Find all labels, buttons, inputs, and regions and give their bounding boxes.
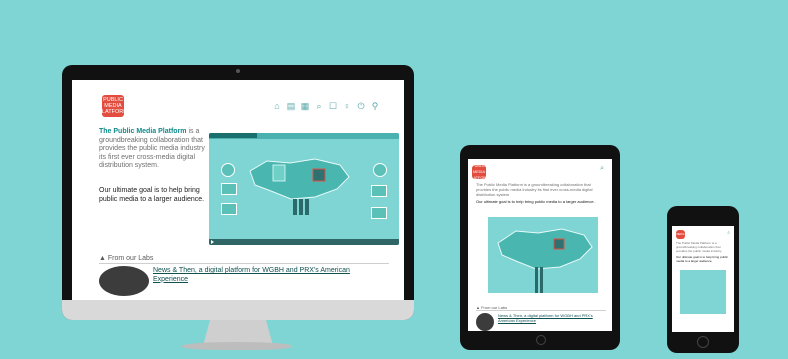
from-labs-label: From our Labs [107, 255, 154, 262]
tablet-intro: The Public Media Platform is a groundbre… [476, 182, 593, 197]
image-square-icon [371, 207, 387, 219]
from-labs: ▲ From our Labs [99, 255, 389, 264]
camera [236, 69, 240, 73]
home-icon[interactable]: ⌂ [272, 101, 282, 111]
phone-goal: Our ultimate goal is to help bring publi… [676, 255, 728, 263]
audio-bubble-icon [373, 163, 387, 177]
logo[interactable]: PUBLIC MEDIA PLATFORM [98, 95, 128, 117]
monitor-chin [62, 300, 414, 320]
tablet-map-video[interactable] [488, 217, 598, 293]
tablet-device: PUBLIC MEDIA PLATFORM ⌕ The Public Media… [460, 145, 620, 350]
search-icon[interactable]: ⌕ [727, 230, 730, 236]
top-nav: ⌂ ▤ ▦ ⌕ ☐ ♀ ⏻ ⚲ [266, 101, 380, 111]
from-labs: ▲ From our Labs [476, 305, 606, 311]
phone-map-video[interactable] [680, 270, 726, 314]
power-icon[interactable]: ⏻ [356, 101, 366, 111]
phone-nav-icons: ⌕ [727, 230, 730, 236]
radio-bubble-icon [221, 163, 235, 177]
home-button[interactable] [536, 335, 546, 345]
tv-square-icon [221, 183, 237, 195]
article-title[interactable]: News & Then, a digital platform for WGBH… [153, 267, 383, 284]
desktop-screen: PUBLIC MEDIA PLATFORM ⌂ ▤ ▦ ⌕ ☐ ♀ ⏻ ⚲ Th… [72, 80, 404, 300]
tablet-nav-icons: ⌕ [600, 165, 604, 173]
video-tab [209, 133, 257, 138]
intro-highlight[interactable]: The Public Media Platform [99, 128, 187, 135]
labs-icon: ▲ [99, 255, 106, 262]
from-labs-label: From our Labs [481, 305, 508, 310]
map-video[interactable] [209, 133, 399, 245]
desktop-monitor: PUBLIC MEDIA PLATFORM ⌂ ▤ ▦ ⌕ ☐ ♀ ⏻ ⚲ Th… [62, 65, 414, 320]
article-thumbnail [99, 266, 149, 296]
play-icon[interactable] [211, 240, 214, 244]
tablet-screen: PUBLIC MEDIA PLATFORM ⌕ The Public Media… [468, 159, 612, 331]
search-icon[interactable]: ⌕ [600, 165, 604, 172]
article-title[interactable]: News & Then, a digital platform for WGBH… [498, 313, 606, 323]
search-icon[interactable]: ⌕ [314, 101, 324, 111]
tablet-goal: Our ultimate goal is to help bring publi… [476, 199, 595, 204]
article-thumbnail [476, 313, 494, 331]
intro-text: The Public Media Platform is a groundbre… [99, 128, 207, 171]
phone-device: PUBLIC MEDIA PLATFORM ⌕ The Public Media… [667, 206, 739, 353]
user-icon[interactable]: ⚲ [370, 101, 380, 111]
logo[interactable]: PUBLIC MEDIA PLATFORM [469, 164, 489, 180]
labs-icon: ▲ [476, 305, 480, 310]
us-map [497, 228, 593, 293]
logo[interactable]: PUBLIC MEDIA PLATFORM [674, 227, 688, 242]
monitor-base [182, 342, 292, 350]
radio-icon[interactable]: ▦ [300, 101, 310, 111]
document-icon[interactable]: ☐ [328, 101, 338, 111]
goal-text: Our ultimate goal is to help bring publi… [99, 187, 205, 203]
lightbulb-icon[interactable]: ♀ [342, 101, 352, 111]
tv-icon[interactable]: ▤ [286, 101, 296, 111]
web-square-icon [221, 203, 237, 215]
video-square-icon [371, 185, 387, 197]
article-preview[interactable]: News & Then, a digital platform for WGBH… [476, 313, 606, 331]
video-controls[interactable] [209, 239, 399, 245]
scene: PUBLIC MEDIA PLATFORM ⌂ ▤ ▦ ⌕ ☐ ♀ ⏻ ⚲ Th… [0, 0, 788, 359]
phone-intro: The Public Media Platform is a groundbre… [676, 241, 722, 253]
home-button[interactable] [697, 336, 709, 348]
us-map [249, 158, 350, 215]
phone-screen: PUBLIC MEDIA PLATFORM ⌕ The Public Media… [672, 226, 734, 332]
